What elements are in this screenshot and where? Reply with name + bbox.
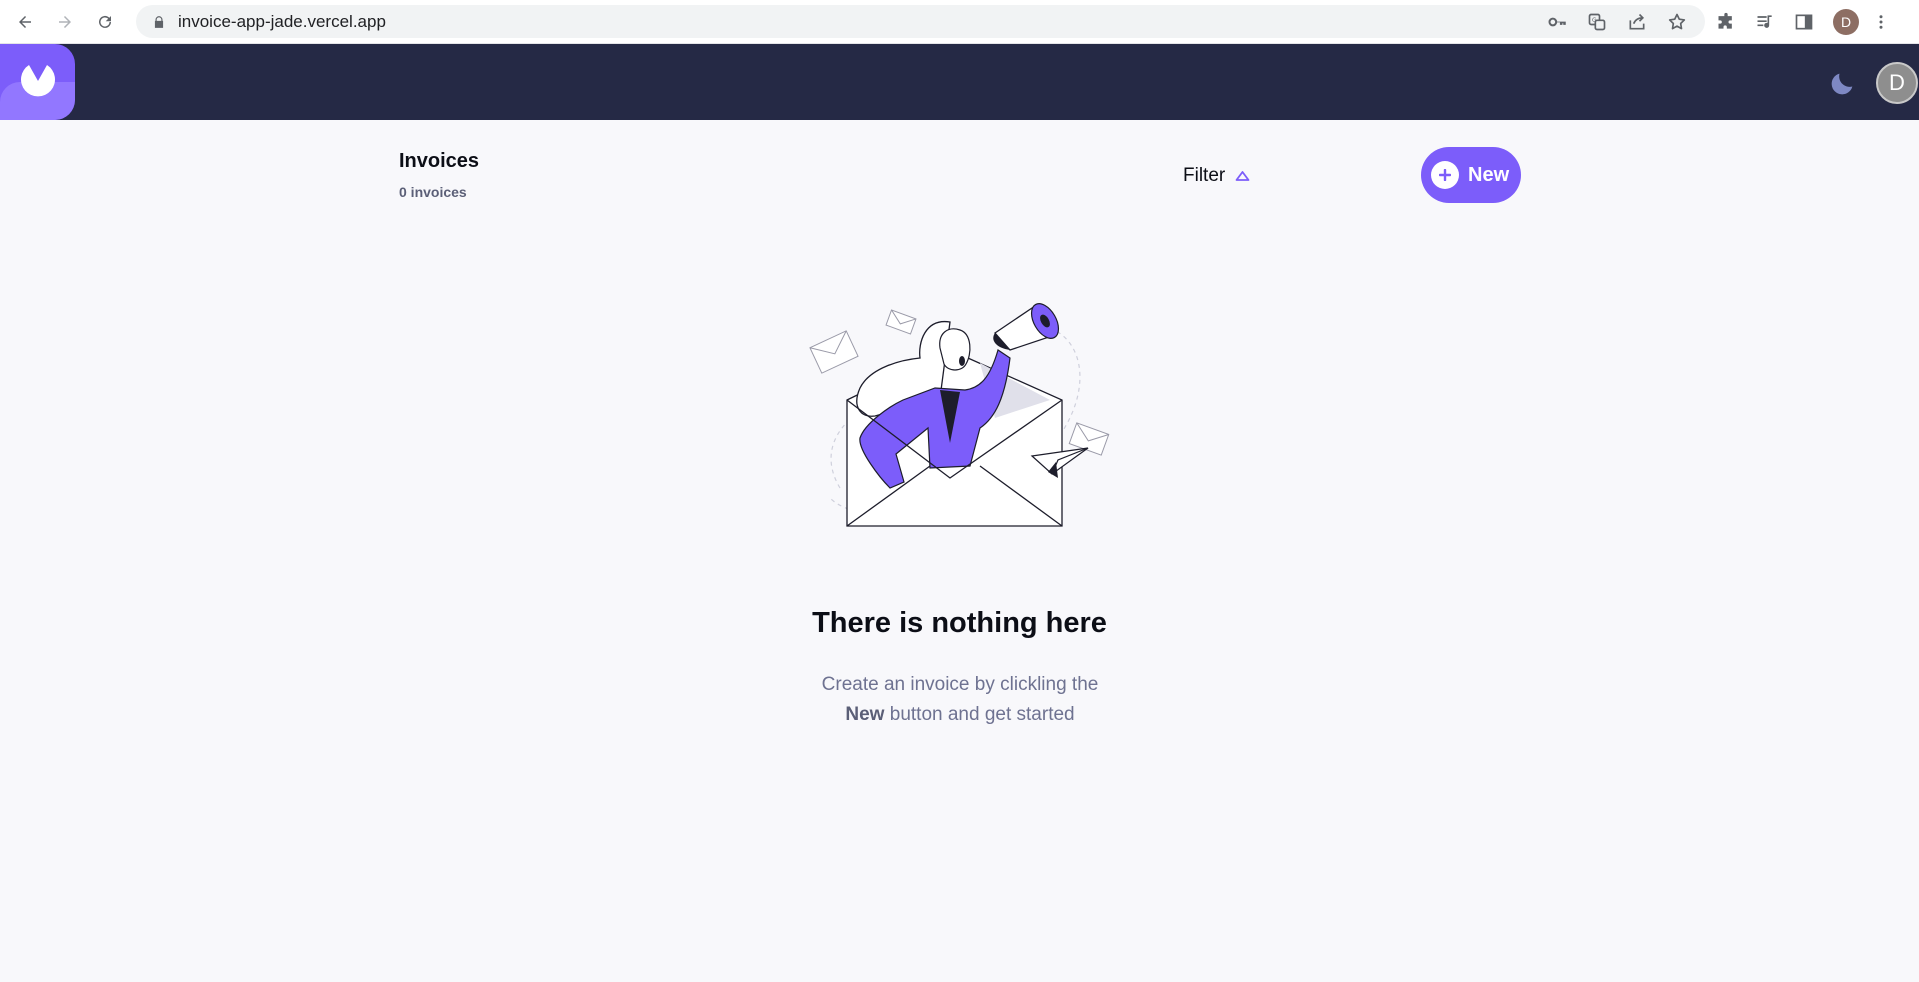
chevron-up-icon (1235, 171, 1250, 181)
key-icon[interactable] (1547, 12, 1567, 32)
logo-icon (21, 65, 55, 97)
side-panel-icon[interactable] (1794, 12, 1814, 32)
extension-area: D (1716, 5, 1890, 38)
browser-toolbar: invoice-app-jade.vercel.app G D (0, 0, 1919, 44)
new-button-label: New (1468, 163, 1510, 186)
arrow-right-icon (59, 15, 71, 28)
page-title: Invoices (399, 150, 480, 172)
reload-button[interactable] (90, 7, 120, 37)
back-button[interactable] (10, 7, 40, 37)
omnibox-actions: G (1547, 5, 1687, 38)
arrow-left-icon (19, 15, 31, 28)
lock-icon (154, 15, 164, 28)
address-bar[interactable]: invoice-app-jade.vercel.app G (136, 5, 1705, 38)
browser-profile-avatar[interactable]: D (1833, 8, 1859, 35)
empty-state-line1: Create an invoice by clickling the (821, 674, 1099, 695)
user-avatar[interactable]: D (1876, 62, 1918, 104)
invoice-count: 0 invoices (399, 184, 467, 200)
app-header: D (0, 44, 1919, 120)
forward-button[interactable] (50, 7, 80, 37)
empty-state-illustration (809, 303, 1110, 527)
puzzle-icon[interactable] (1716, 12, 1736, 32)
svg-text:G: G (1592, 18, 1597, 24)
filter-label: Filter (1183, 165, 1226, 186)
empty-state-line2: button and get started (884, 704, 1075, 725)
more-vert-icon[interactable] (1872, 12, 1890, 32)
empty-state-description: Create an invoice by clickling the New b… (759, 670, 1161, 730)
app-logo[interactable] (0, 44, 75, 120)
reading-list-icon[interactable] (1755, 12, 1775, 32)
new-invoice-button[interactable]: New (1421, 147, 1521, 203)
reload-icon (99, 15, 111, 28)
plus-circle-icon (1431, 161, 1459, 189)
filter-button[interactable]: Filter (1183, 164, 1250, 188)
empty-state-heading: There is nothing here (812, 607, 1107, 639)
empty-state-new-word: New (845, 704, 885, 725)
star-icon[interactable] (1667, 12, 1687, 32)
url-text: invoice-app-jade.vercel.app (178, 11, 386, 31)
share-icon[interactable] (1627, 12, 1647, 32)
moon-icon[interactable] (1829, 69, 1857, 97)
translate-icon[interactable]: G (1587, 12, 1607, 32)
